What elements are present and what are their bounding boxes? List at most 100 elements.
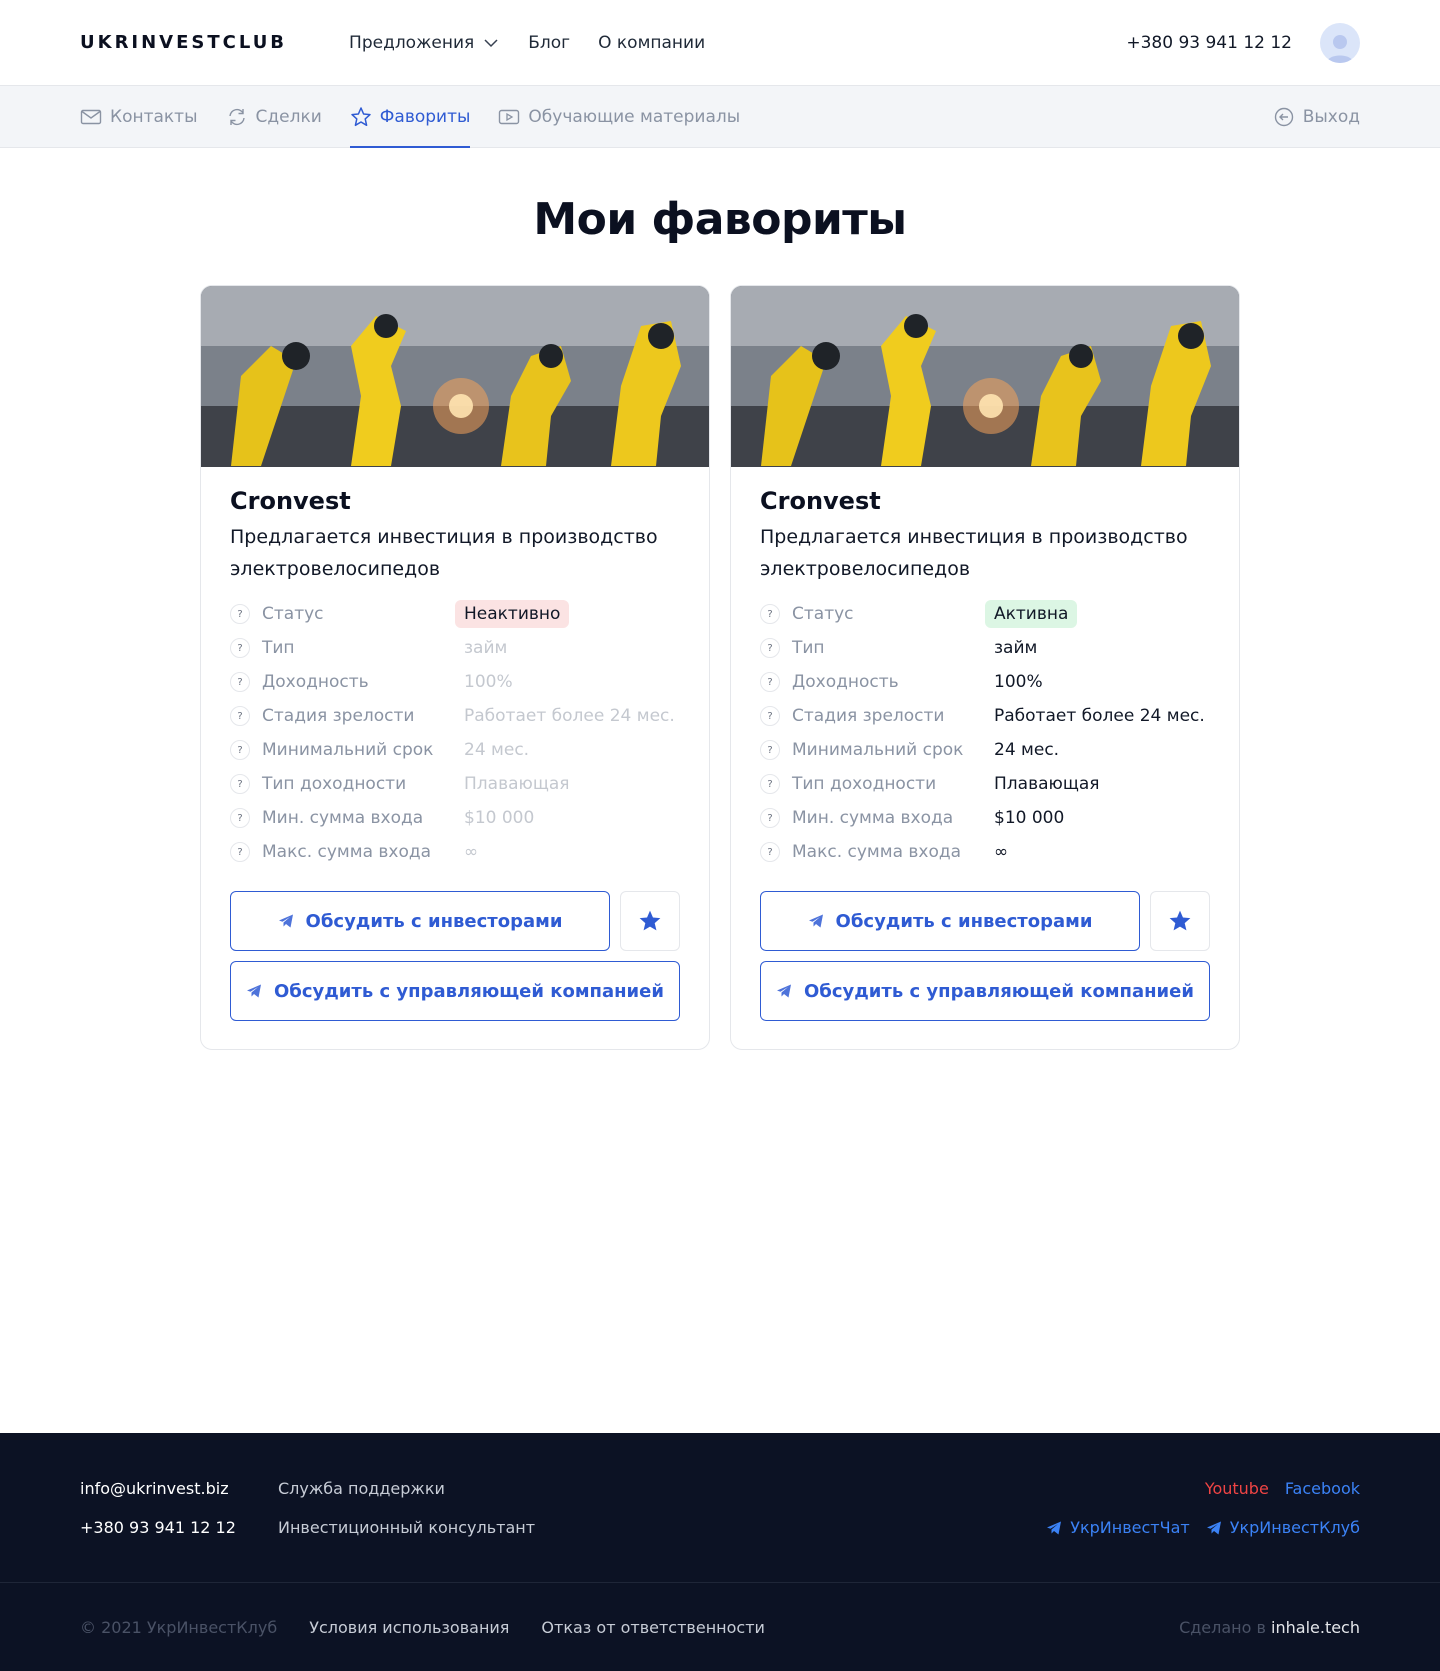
star-icon xyxy=(351,106,371,126)
discuss-investors-button[interactable]: Обсудить с инвесторами xyxy=(760,891,1140,951)
help-icon[interactable]: ? xyxy=(760,808,780,828)
telegram-icon xyxy=(278,914,293,928)
max-entry-row-label: Макс. сумма входа xyxy=(792,842,962,862)
footer-email[interactable]: info@ukrinvest.biz xyxy=(80,1479,278,1498)
nav-offers[interactable]: Предложения xyxy=(349,33,500,53)
tab-learning[interactable]: Обучающие материалы xyxy=(498,86,740,147)
favorite-toggle-button[interactable] xyxy=(1150,891,1210,951)
help-icon[interactable]: ? xyxy=(230,604,250,624)
help-icon[interactable]: ? xyxy=(760,672,780,692)
tab-favorites[interactable]: Фавориты xyxy=(349,86,471,148)
footer-social-links: Youtube Facebook xyxy=(1205,1479,1360,1498)
help-icon[interactable]: ? xyxy=(760,706,780,726)
yield-type-row-value: Плавающая xyxy=(994,774,1100,794)
header-phone[interactable]: +380 93 941 12 12 xyxy=(1126,33,1292,53)
refresh-icon xyxy=(228,108,245,125)
help-icon[interactable]: ? xyxy=(760,842,780,862)
footer-phone[interactable]: +380 93 941 12 12 xyxy=(80,1518,278,1537)
offer-actions: Обсудить с инвесторами xyxy=(760,891,1210,951)
made-by-link[interactable]: inhale.tech xyxy=(1271,1618,1360,1637)
type-row: ? Тип займ xyxy=(230,631,680,665)
offer-params: ? Статус Неактивно ? Тип займ? Доходность 100%?… xyxy=(230,597,680,869)
yield-row: ? Доходность 100% xyxy=(760,665,1210,699)
yield-row: ? Доходность 100% xyxy=(230,665,680,699)
favorite-toggle-button[interactable] xyxy=(620,891,680,951)
user-icon xyxy=(1327,34,1353,63)
nav-blog[interactable]: Блог xyxy=(528,33,570,53)
avatar[interactable] xyxy=(1320,22,1360,63)
help-icon[interactable]: ? xyxy=(230,808,250,828)
offer-actions: Обсудить с инвесторами xyxy=(230,891,680,951)
tab-learning-label: Обучающие материалы xyxy=(528,106,741,127)
help-icon[interactable]: ? xyxy=(230,672,250,692)
help-icon[interactable]: ? xyxy=(230,740,250,760)
logout-button[interactable]: Выход xyxy=(1273,86,1360,147)
tab-contacts[interactable]: Контакты xyxy=(80,86,198,147)
help-icon[interactable]: ? xyxy=(760,604,780,624)
nav-about-label: О компании xyxy=(598,32,706,53)
discuss-company-button[interactable]: Обсудить с управляющей компанией xyxy=(230,961,680,1021)
yield-type-row: ? Тип доходности Плавающая xyxy=(760,767,1210,801)
type-row-value: займ xyxy=(464,638,508,658)
telegram-chat-link[interactable]: УкрИнвестЧат xyxy=(1046,1518,1190,1537)
min-term-row: ? Минимальний срок 24 мес. xyxy=(230,733,680,767)
min-term-row-label: Минимальний срок xyxy=(792,740,964,760)
help-icon[interactable]: ? xyxy=(230,638,250,658)
status-row: ? Статус Активна xyxy=(760,597,1210,631)
discuss-company-label: Обсудить с управляющей компанией xyxy=(273,980,664,1002)
help-icon[interactable]: ? xyxy=(230,774,250,794)
maturity-row-label: Стадия зрелости xyxy=(262,706,415,726)
footer-support-link[interactable]: Служба поддержки xyxy=(278,1479,535,1498)
status-badge: Неактивно xyxy=(455,600,570,628)
logout-label: Выход xyxy=(1302,106,1360,127)
tab-deals-label: Сделки xyxy=(255,106,322,127)
discuss-company-button[interactable]: Обсудить с управляющей компанией xyxy=(760,961,1210,1021)
telegram-icon xyxy=(1047,1521,1062,1534)
type-row-label: Тип xyxy=(792,638,825,658)
tab-deals[interactable]: Сделки xyxy=(226,86,322,147)
min-entry-row-value: $10 000 xyxy=(464,808,535,828)
yield-row-value: 100% xyxy=(994,672,1043,692)
logo[interactable]: UKRINVESTCLUB xyxy=(80,32,287,53)
offer-description: Предлагается инвестиция в производство э… xyxy=(230,526,658,580)
footer: info@ukrinvest.biz +380 93 941 12 12 Слу… xyxy=(0,1433,1440,1671)
max-entry-row: ? Макс. сумма входа ∞ xyxy=(230,835,680,869)
offer-card: Cronvest Предлагается инвестиция в произ… xyxy=(730,285,1240,1050)
offer-card: Cronvest Предлагается инвестиция в произ… xyxy=(200,285,710,1050)
offer-image[interactable] xyxy=(201,286,709,467)
offer-company-name[interactable]: Cronvest xyxy=(760,487,1210,515)
min-entry-row-value: $10 000 xyxy=(994,808,1065,828)
min-entry-row: ? Мин. сумма входа $10 000 xyxy=(230,801,680,835)
min-term-row-label: Минимальний срок xyxy=(262,740,434,760)
help-icon[interactable]: ? xyxy=(760,740,780,760)
tab-favorites-label: Фавориты xyxy=(379,106,471,127)
footer-top: info@ukrinvest.biz +380 93 941 12 12 Слу… xyxy=(0,1433,1440,1583)
robot-factory-image xyxy=(731,286,1239,467)
max-entry-row-label: Макс. сумма входа xyxy=(262,842,432,862)
facebook-link[interactable]: Facebook xyxy=(1285,1479,1360,1498)
disclaimer-link[interactable]: Отказ от ответственности xyxy=(541,1618,765,1637)
status-row: ? Статус Неактивно xyxy=(230,597,680,631)
help-icon[interactable]: ? xyxy=(760,774,780,794)
telegram-club-link[interactable]: УкрИнвестКлуб xyxy=(1206,1518,1360,1537)
youtube-link[interactable]: Youtube xyxy=(1205,1479,1269,1498)
footer-consultant-link[interactable]: Инвестиционный консультант xyxy=(278,1518,535,1537)
made-by-prefix: Сделано в xyxy=(1179,1617,1266,1637)
terms-link[interactable]: Условия использования xyxy=(309,1618,509,1637)
help-icon[interactable]: ? xyxy=(230,706,250,726)
yield-type-row: ? Тип доходности Плавающая xyxy=(230,767,680,801)
status-row-label: Статус xyxy=(262,604,324,624)
footer-bottom: © 2021 УкрИнвестКлуб Условия использован… xyxy=(0,1583,1440,1671)
help-icon[interactable]: ? xyxy=(760,638,780,658)
min-entry-row: ? Мин. сумма входа $10 000 xyxy=(760,801,1210,835)
top-header: UKRINVESTCLUB Предложения Блог О компани… xyxy=(0,0,1440,86)
offer-company-name[interactable]: Cronvest xyxy=(230,487,680,515)
nav-about[interactable]: О компании xyxy=(598,33,705,53)
yield-row-value: 100% xyxy=(464,672,513,692)
offer-image[interactable] xyxy=(731,286,1239,467)
discuss-investors-button[interactable]: Обсудить с инвесторами xyxy=(230,891,610,951)
status-badge: Активна xyxy=(985,600,1078,628)
nav-offers-label: Предложения xyxy=(349,32,475,53)
help-icon[interactable]: ? xyxy=(230,842,250,862)
max-entry-row: ? Макс. сумма входа ∞ xyxy=(760,835,1210,869)
